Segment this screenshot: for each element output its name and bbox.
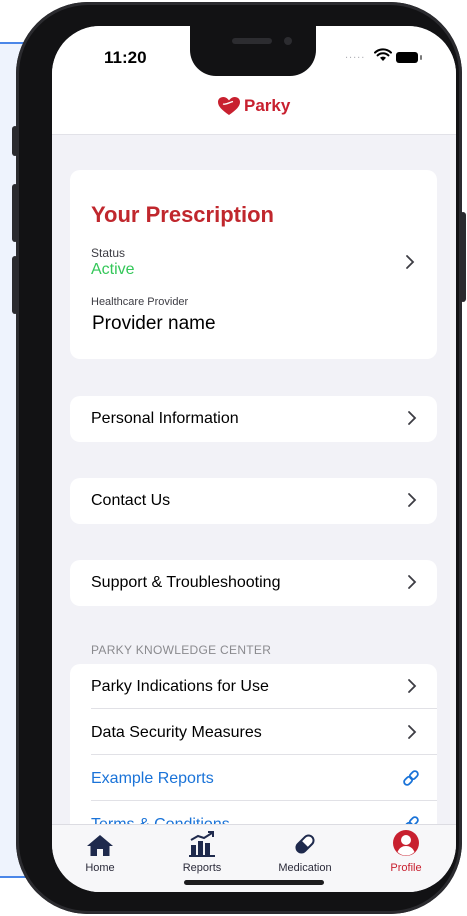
home-icon	[87, 835, 113, 856]
prescription-title: Your Prescription	[91, 202, 274, 227]
heart-logo-icon	[218, 97, 240, 115]
phone-frame: 11:20 ..... Parky Your Prescription Stat…	[12, 2, 466, 914]
knowledge-center-header: PARKY KNOWLEDGE CENTER	[91, 643, 272, 657]
support-row[interactable]: Support & Troubleshooting	[70, 560, 437, 606]
tab-home[interactable]: Home	[55, 831, 145, 874]
tab-reports-label: Reports	[182, 862, 222, 874]
data-security-row[interactable]: Data Security Measures	[70, 710, 437, 755]
volume-down-button	[12, 256, 18, 314]
link-icon	[403, 770, 419, 786]
tab-profile[interactable]: Profile	[361, 830, 451, 874]
volume-up-button	[12, 184, 18, 242]
personal-info-row[interactable]: Personal Information	[70, 396, 437, 442]
app-header: Parky	[52, 88, 456, 135]
chevron-right-icon	[408, 679, 417, 693]
screen: 11:20 ..... Parky Your Prescription Stat…	[52, 26, 456, 892]
pill-icon	[295, 834, 315, 854]
contact-us-row[interactable]: Contact Us	[70, 478, 437, 524]
chevron-right-icon	[408, 411, 417, 425]
terms-link[interactable]: Terms & Conditions	[91, 816, 230, 824]
contact-us-label: Contact Us	[91, 492, 171, 509]
tab-reports[interactable]: Reports	[157, 831, 247, 874]
profile-scroll[interactable]: Your Prescription Status Active Healthca…	[52, 134, 456, 824]
indications-row[interactable]: Parky Indications for Use	[70, 664, 437, 709]
profile-icon	[393, 830, 419, 856]
knowledge-center-list: Parky Indications for Use Data Security …	[70, 664, 437, 824]
chevron-right-icon	[408, 575, 417, 589]
status-value: Active	[91, 261, 135, 278]
mute-switch	[12, 126, 18, 156]
separator	[91, 754, 437, 755]
separator	[91, 708, 437, 709]
camera	[284, 37, 292, 45]
reports-icon	[189, 831, 215, 857]
tab-profile-label: Profile	[390, 862, 422, 874]
chevron-right-icon[interactable]	[405, 254, 415, 270]
tab-medication-label: Medication	[278, 862, 332, 874]
app-name: Parky	[244, 96, 291, 115]
terms-row[interactable]: Terms & Conditions	[70, 802, 437, 824]
battery-icon	[396, 52, 418, 63]
tab-home-label: Home	[85, 862, 115, 874]
signal-icon: .....	[345, 49, 366, 61]
indications-label: Parky Indications for Use	[91, 678, 269, 695]
link-icon	[403, 816, 419, 824]
provider-label: Healthcare Provider	[91, 296, 189, 308]
data-security-label: Data Security Measures	[91, 724, 262, 741]
power-button	[460, 212, 466, 302]
speaker	[232, 38, 272, 44]
example-reports-link[interactable]: Example Reports	[91, 770, 214, 788]
support-label: Support & Troubleshooting	[91, 574, 281, 591]
tab-medication[interactable]: Medication	[260, 831, 350, 874]
chevron-right-icon	[408, 493, 417, 507]
personal-info-label: Personal Information	[91, 410, 239, 427]
notch	[190, 26, 316, 76]
battery-tip	[420, 55, 422, 60]
app-logo: Parky	[217, 96, 290, 116]
wifi-icon	[374, 48, 392, 61]
status-time: 11:20	[104, 48, 147, 67]
chevron-right-icon	[408, 725, 417, 739]
separator	[91, 800, 437, 801]
example-reports-row[interactable]: Example Reports	[70, 756, 437, 801]
prescription-card[interactable]: Your Prescription Status Active Healthca…	[70, 170, 437, 359]
provider-value: Provider name	[92, 313, 216, 334]
home-indicator	[184, 880, 324, 885]
status-label: Status	[91, 246, 126, 260]
